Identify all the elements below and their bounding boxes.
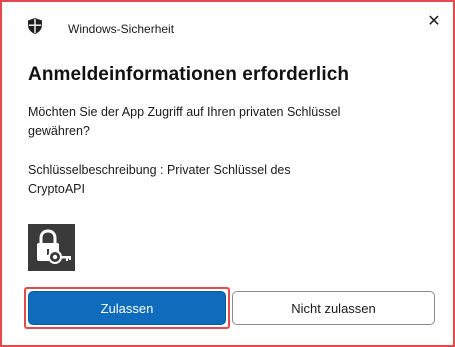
message-line: gewähren? [28,124,90,138]
window-title: Windows-Sicherheit [68,22,175,36]
message-line: Möchten Sie der App Zugriff auf Ihren pr… [28,105,341,119]
title-bar: Windows-Sicherheit ✕ [2,2,453,46]
dialog-message: Möchten Sie der App Zugriff auf Ihren pr… [28,103,428,141]
dialog-window: Windows-Sicherheit ✕ Anmeldeinformatione… [0,0,455,347]
dialog-heading: Anmeldeinformationen erforderlich [28,64,350,85]
description-line: CryptoAPI [28,182,85,196]
close-button[interactable]: ✕ [423,10,445,32]
allow-button[interactable]: Zulassen [28,291,226,325]
deny-button[interactable]: Nicht zulassen [232,291,435,325]
description-line: Schlüsselbeschreibung : Privater Schlüss… [28,163,291,177]
close-icon: ✕ [427,13,441,30]
lock-key-icon [37,229,71,264]
shield-icon [28,18,42,34]
credential-tile [28,224,75,271]
key-description: Schlüsselbeschreibung : Privater Schlüss… [28,161,428,199]
